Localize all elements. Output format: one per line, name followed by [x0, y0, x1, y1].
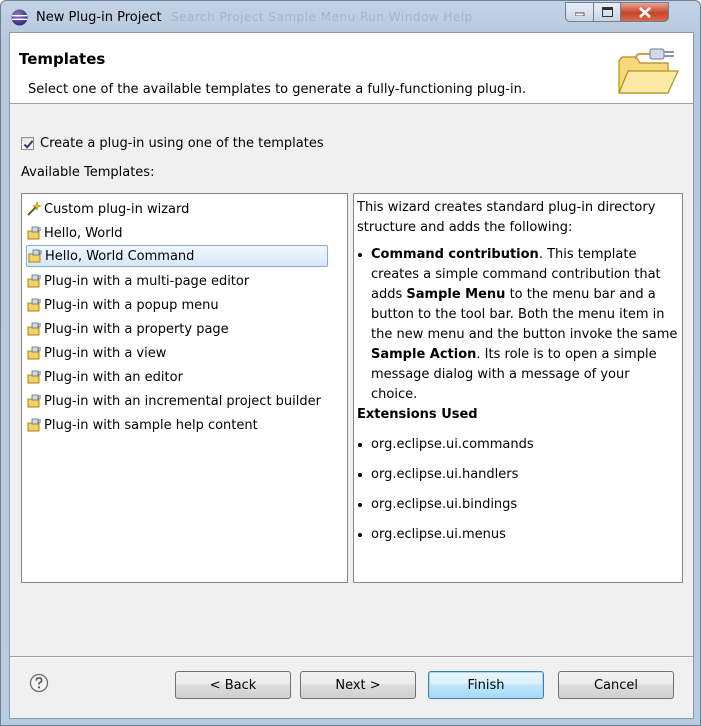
- wand-icon: [27, 201, 42, 216]
- finish-button[interactable]: Finish: [428, 671, 544, 699]
- title-bar[interactable]: New Plug-in Project Search Project Sampl…: [1, 1, 700, 33]
- page-description: Select one of the available templates to…: [28, 82, 526, 97]
- finish-button-label: Finish: [467, 677, 505, 693]
- checkmark-icon: [23, 139, 34, 149]
- close-button[interactable]: [621, 2, 669, 22]
- extensions-heading: Extensions Used: [357, 407, 478, 422]
- extension-item: org.eclipse.ui.commands: [358, 435, 678, 455]
- list-item[interactable]: Plug-in with a view: [26, 342, 328, 364]
- plugin-template-icon: [27, 394, 41, 408]
- feature-list: Command contribution. This template crea…: [357, 245, 678, 405]
- plugin-template-icon: [27, 418, 41, 432]
- extension-item: org.eclipse.ui.bindings: [358, 495, 678, 515]
- list-item[interactable]: Plug-in with a multi-page editor: [26, 270, 328, 292]
- use-template-checkbox[interactable]: [21, 136, 34, 150]
- folder-plug-icon: [618, 48, 679, 94]
- extension-item: org.eclipse.ui.menus: [358, 525, 678, 545]
- list-item-label: Hello, World: [44, 225, 123, 241]
- extension-item: org.eclipse.ui.handlers: [358, 465, 678, 485]
- window-title: New Plug-in Project: [36, 10, 162, 25]
- list-item-label: Plug-in with a view: [44, 345, 167, 361]
- help-icon[interactable]: [29, 673, 49, 693]
- plugin-template-icon: [27, 274, 41, 288]
- maximize-button[interactable]: [594, 2, 621, 22]
- list-item[interactable]: Plug-in with a popup menu: [26, 294, 328, 316]
- eclipse-icon: [11, 9, 28, 26]
- list-item[interactable]: Plug-in with sample help content: [26, 414, 328, 436]
- list-item-label: Hello, World Command: [45, 248, 195, 264]
- list-item-label: Plug-in with an editor: [44, 369, 183, 385]
- template-checkbox-row[interactable]: Create a plug-in using one of the templa…: [21, 134, 324, 152]
- list-item[interactable]: Hello, World: [26, 222, 328, 244]
- dialog-content: Templates Select one of the available te…: [9, 32, 694, 719]
- list-item-label: Plug-in with sample help content: [44, 417, 258, 433]
- list-item-label: Plug-in with an incremental project buil…: [44, 393, 321, 409]
- description-intro: This wizard creates standard plug-in dir…: [357, 200, 656, 235]
- cancel-button-label: Cancel: [593, 677, 639, 693]
- close-icon: [638, 6, 651, 18]
- back-button-label: < Back: [209, 677, 257, 693]
- feature-bold-action: Sample Action: [371, 347, 477, 362]
- plugin-template-icon: [27, 370, 41, 384]
- plugin-template-icon: [27, 298, 41, 312]
- extensions-list: org.eclipse.ui.commands org.eclipse.ui.h…: [357, 435, 678, 545]
- list-item[interactable]: Plug-in with an editor: [26, 366, 328, 388]
- plugin-template-icon: [27, 226, 41, 240]
- list-item-label: Plug-in with a multi-page editor: [44, 273, 250, 289]
- template-description-panel: This wizard creates standard plug-in dir…: [353, 193, 683, 583]
- back-button[interactable]: < Back: [175, 671, 291, 699]
- available-templates-label: Available Templates:: [21, 165, 155, 180]
- use-template-label: Create a plug-in using one of the templa…: [40, 135, 324, 151]
- page-title: Templates: [19, 50, 106, 68]
- next-button[interactable]: Next >: [300, 671, 416, 699]
- cancel-button[interactable]: Cancel: [558, 671, 674, 699]
- plugin-template-icon: [27, 322, 41, 336]
- plugin-template-icon: [27, 346, 41, 360]
- background-menu-ghost: Search Project Sample Menu Run Window He…: [171, 10, 473, 24]
- list-item-selected[interactable]: Hello, World Command: [26, 245, 328, 267]
- list-item-label: Plug-in with a property page: [44, 321, 229, 337]
- templates-list[interactable]: Custom plug-in wizard Hello, World Hello…: [21, 193, 348, 583]
- list-item-label: Custom plug-in wizard: [44, 201, 190, 217]
- window-controls: [565, 2, 669, 24]
- minimize-button[interactable]: [565, 2, 594, 22]
- wizard-banner: Templates Select one of the available te…: [10, 33, 693, 104]
- next-button-label: Next >: [335, 677, 381, 693]
- plugin-template-icon: [28, 249, 42, 263]
- button-bar-separator: [10, 656, 693, 658]
- list-item[interactable]: Plug-in with an incremental project buil…: [26, 390, 328, 412]
- list-item[interactable]: Custom plug-in wizard: [26, 198, 328, 220]
- dialog-window: New Plug-in Project Search Project Sampl…: [0, 0, 701, 726]
- maximize-icon: [601, 7, 613, 17]
- feature-bold-menu: Sample Menu: [406, 287, 506, 302]
- feature-title: Command contribution: [371, 247, 539, 262]
- list-item-label: Plug-in with a popup menu: [44, 297, 219, 313]
- minimize-icon: [574, 12, 584, 16]
- feature-item: Command contribution. This template crea…: [358, 245, 678, 405]
- list-item[interactable]: Plug-in with a property page: [26, 318, 328, 340]
